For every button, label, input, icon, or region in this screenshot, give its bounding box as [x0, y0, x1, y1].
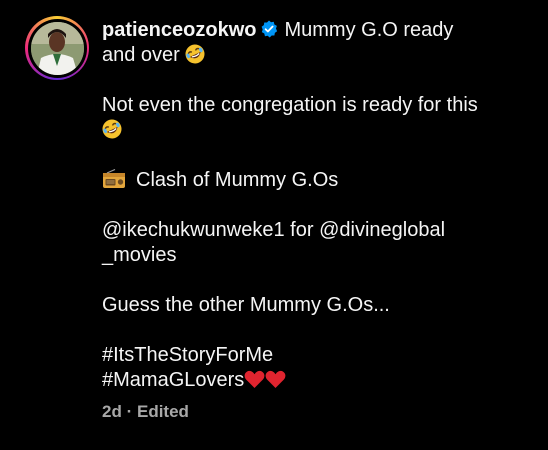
caption-text-line2: and over: [102, 44, 180, 66]
username-link[interactable]: patienceozokwo: [102, 19, 256, 41]
red-heart-emoji-icon: [265, 370, 286, 388]
post-caption: patienceozokwo Mummy G.O ready and over …: [102, 18, 532, 424]
caption-fourth-paragraph: @ikechukwunweke1 for @divineglobal _movi…: [102, 218, 532, 268]
caption-fifth-paragraph: Guess the other Mummy G.Os...: [102, 293, 532, 318]
caption-congregation-text: Not even the congregation is ready for t…: [102, 94, 478, 116]
avatar[interactable]: [30, 21, 84, 75]
caption-mentions-line1[interactable]: @ikechukwunweke1 for @divineglobal: [102, 219, 445, 241]
avatar-story-ring[interactable]: [25, 16, 89, 80]
avatar-gap: [27, 18, 87, 78]
caption-mentions-line2[interactable]: _movies: [102, 244, 176, 266]
caption-second-paragraph: Not even the congregation is ready for t…: [102, 93, 532, 143]
edited-label: Edited: [136, 402, 189, 421]
red-heart-emoji-icon: [244, 370, 265, 388]
rolling-laughing-emoji-icon: [102, 119, 122, 139]
hashtag-mamag-lovers[interactable]: #MamaGLovers: [102, 369, 244, 391]
verified-badge-icon: [262, 20, 278, 38]
post-time-ago[interactable]: 2d: [102, 402, 122, 421]
radio-emoji-icon: [103, 169, 125, 188]
caption-clash-text: Clash of Mummy G.Os: [136, 169, 339, 191]
post-meta: 2d · Edited: [102, 399, 532, 424]
caption-text-line1: Mummy G.O ready: [284, 19, 454, 41]
meta-separator: ·: [126, 402, 133, 421]
hashtag-its-the-story-for-me[interactable]: #ItsTheStoryForMe: [102, 344, 273, 366]
caption-first-paragraph: patienceozokwo Mummy G.O ready and over: [102, 18, 532, 68]
caption-hashtags: #ItsTheStoryForMe #MamaGLovers: [102, 343, 532, 393]
caption-guess-text: Guess the other Mummy G.Os...: [102, 294, 390, 316]
rolling-laughing-emoji-icon: [185, 44, 205, 64]
avatar-photo: [30, 21, 84, 75]
caption-third-paragraph: Clash of Mummy G.Os: [102, 168, 532, 193]
